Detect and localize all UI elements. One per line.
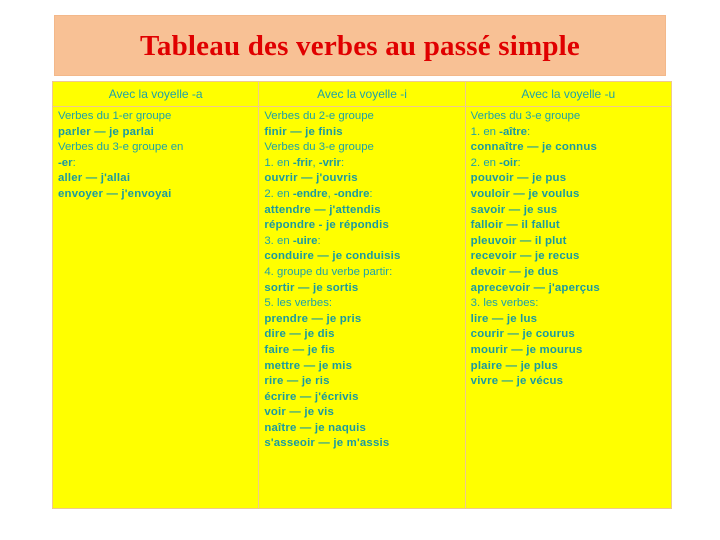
- title-banner: Tableau des verbes au passé simple: [54, 15, 666, 76]
- verb-example: falloir — il fallut: [470, 219, 560, 232]
- verb-example: sortir — je sortis: [264, 281, 359, 294]
- group-label: 2. en -endre, -ondre:: [264, 187, 373, 200]
- verb-example: naître — je naquis: [264, 421, 367, 434]
- group-label: 1. en -aître:: [470, 125, 531, 138]
- group-label: 3. en -uire:: [264, 234, 321, 247]
- verb-example: voir — je vis: [264, 406, 335, 419]
- verb-example: vouloir — je voulus: [470, 187, 580, 200]
- verb-example: ouvrir — j'ouvris: [264, 172, 358, 185]
- verb-example: aller — j'allai: [58, 172, 131, 185]
- group-label: Verbes du 2-e groupe: [264, 110, 374, 122]
- group-label: 5. les verbes:: [264, 297, 333, 310]
- group-label: Verbes du 3-e groupe: [470, 110, 581, 122]
- verb-example: prendre — je pris: [264, 312, 362, 325]
- verb-example: attendre — j'attendis: [264, 203, 381, 216]
- group-label: -er:: [58, 156, 76, 169]
- column-cell-u: Verbes du 3-e groupe 1. en -aître: connaît…: [464, 106, 673, 509]
- verb-example: rire — je ris: [264, 375, 330, 388]
- verb-example: recevoir — je recus: [470, 250, 580, 263]
- verb-example: dire — je dis: [264, 328, 335, 341]
- column-cell-i: Verbes du 2-e groupe finir — je finis Verb…: [258, 106, 466, 509]
- verb-example: lire — je lus: [470, 312, 538, 325]
- column-header-a: Avec la voyelle -a: [51, 81, 260, 107]
- verb-example: parler — je parlai: [58, 125, 155, 138]
- group-label: Verbes du 3-e groupe: [264, 141, 374, 154]
- group-label: 2. en -oir:: [470, 156, 521, 169]
- verb-example: pouvoir — je pus: [470, 172, 567, 185]
- verb-example: savoir — je sus: [470, 203, 558, 216]
- verb-example: plaire — je plus: [470, 359, 559, 372]
- verb-example: courir — je courus: [470, 328, 575, 341]
- group-label: Verbes du 3-e groupe en: [58, 141, 184, 154]
- verb-example: mourir — je mourus: [470, 343, 583, 356]
- verb-table: Avec la voyelle -a Avec la voyelle -i Av…: [51, 81, 673, 509]
- page-title: Tableau des verbes au passé simple: [140, 30, 580, 62]
- verb-example: finir — je finis: [264, 125, 343, 138]
- header-row: Avec la voyelle -a Avec la voyelle -i Av…: [51, 81, 673, 107]
- verb-example: écrire — j'écrivis: [264, 390, 359, 403]
- verb-example: faire — je fis: [264, 343, 335, 356]
- verb-example: devoir — je dus: [470, 265, 559, 278]
- group-label: 1. en -frir, -vrir:: [264, 156, 345, 169]
- group-label: 4. groupe du verbe partir:: [264, 265, 393, 278]
- verb-example: conduire — je conduisis: [264, 250, 401, 263]
- group-label: 3. les verbes:: [470, 297, 539, 310]
- column-header-u: Avec la voyelle -u: [464, 81, 673, 107]
- verb-example: aprecevoir — j'aperçus: [470, 281, 600, 294]
- group-label: Verbes du 1-er groupe: [58, 110, 172, 122]
- verb-example: pleuvoir — il plut: [470, 234, 567, 247]
- verb-example: s'asseoir — je m'assis: [264, 437, 390, 450]
- verb-example: envoyer — j'envoyai: [58, 187, 172, 200]
- content-row: Verbes du 1-er groupe parler — je parlai V…: [51, 106, 673, 509]
- verb-example: vivre — je vécus: [470, 375, 564, 388]
- verb-example: répondre - je répondis: [264, 219, 389, 232]
- column-cell-a: Verbes du 1-er groupe parler — je parlai V…: [51, 106, 260, 509]
- verb-example: connaître — je connus: [470, 141, 598, 154]
- column-header-i: Avec la voyelle -i: [258, 81, 466, 107]
- verb-example: mettre — je mis: [264, 359, 353, 372]
